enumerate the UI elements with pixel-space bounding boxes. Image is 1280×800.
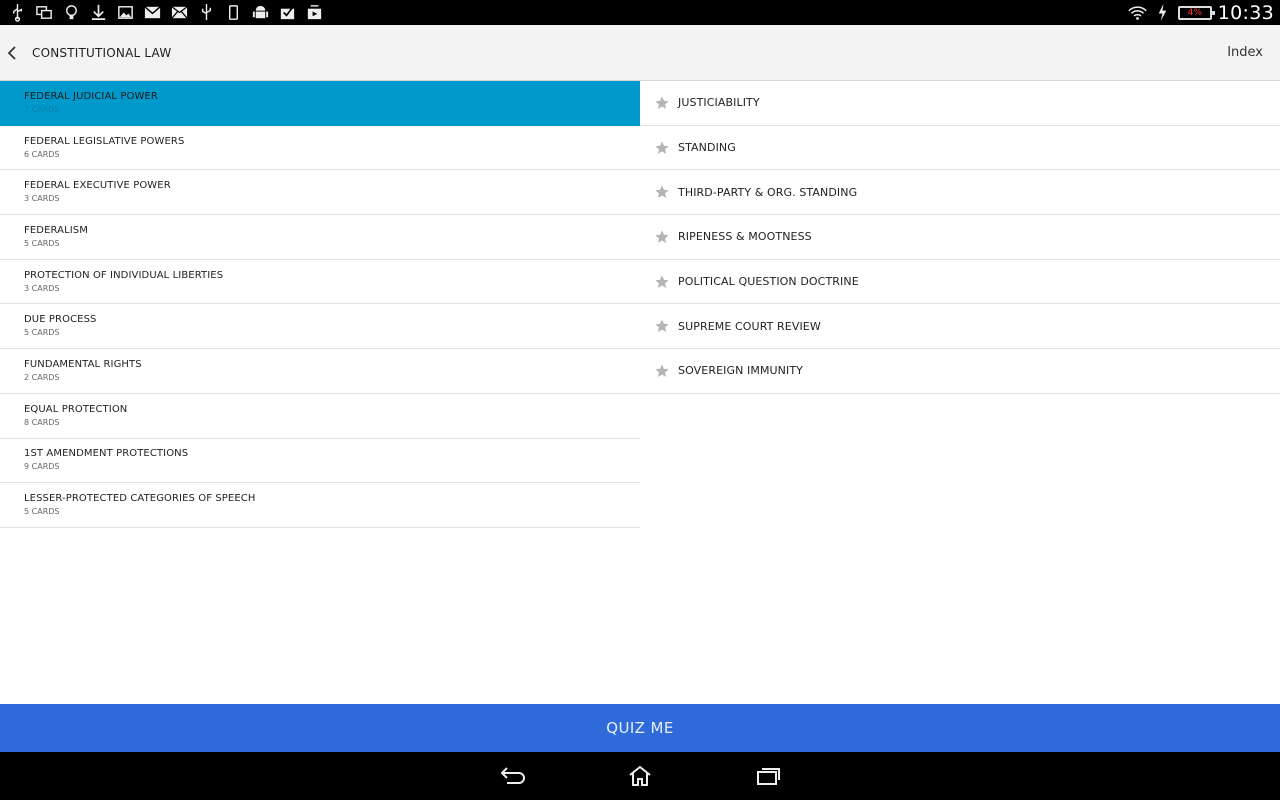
- battery-level: 4%: [1187, 7, 1202, 18]
- status-right: 4% 10:33: [1128, 0, 1274, 25]
- topic-label: POLITICAL QUESTION DOCTRINE: [678, 275, 859, 289]
- chapter-item[interactable]: LESSER-PROTECTED CATEGORIES OF SPEECH 5 C…: [0, 483, 640, 528]
- recent-apps-icon: [757, 768, 780, 785]
- star-icon[interactable]: [654, 95, 670, 111]
- tablet-icon: [224, 3, 243, 22]
- topic-label: STANDING: [678, 141, 736, 155]
- chapter-title: FUNDAMENTAL RIGHTS: [24, 358, 142, 370]
- chapter-list: FEDERAL JUDICIAL POWER 7 CARDS FEDERAL LEG…: [0, 81, 640, 528]
- chapter-title: FEDERAL EXECUTIVE POWER: [24, 180, 171, 192]
- battery-icon: 4%: [1177, 5, 1215, 20]
- charging-icon: [1153, 3, 1172, 22]
- chapter-card-count: 3 CARDS: [24, 194, 60, 204]
- chapter-card-count: 6 CARDS: [24, 149, 60, 159]
- back-icon: [500, 767, 525, 784]
- gmail-icon: [143, 3, 162, 22]
- topic-label: JUSTICIABILITY: [678, 96, 760, 110]
- star-icon[interactable]: [654, 184, 670, 200]
- chapter-item[interactable]: PROTECTION OF INDIVIDUAL LIBERTIES 3 CARD…: [0, 260, 640, 305]
- topic-label: THIRD-PARTY & ORG. STANDING: [678, 185, 858, 199]
- star-icon[interactable]: [654, 318, 670, 334]
- topic-item[interactable]: SOVEREIGN IMMUNITY: [640, 349, 1280, 394]
- topic-item[interactable]: SUPREME COURT REVIEW: [640, 304, 1280, 350]
- chapter-card-count: 7 CARDS: [24, 104, 60, 114]
- chapter-card-count: 5 CARDS: [24, 328, 60, 338]
- navigation-bar: [0, 752, 1280, 800]
- chapter-title: FEDERAL JUDICIAL POWER: [24, 90, 158, 102]
- topic-label: SOVEREIGN IMMUNITY: [678, 364, 803, 378]
- wifi-icon: [1128, 3, 1147, 22]
- chapter-item[interactable]: FEDERAL JUDICIAL POWER 7 CARDS: [0, 81, 640, 126]
- chapter-title: FEDERALISM: [24, 224, 88, 236]
- chapter-title: LESSER-PROTECTED CATEGORIES OF SPEECH: [24, 493, 256, 505]
- chapter-item[interactable]: FUNDAMENTAL RIGHTS 2 CARDS: [0, 349, 640, 394]
- star-icon[interactable]: [654, 140, 670, 156]
- index-button[interactable]: Index: [1227, 25, 1263, 81]
- quiz-me-label: QUIZ ME: [606, 719, 674, 737]
- chapter-item[interactable]: FEDERALISM 5 CARDS: [0, 215, 640, 260]
- chapter-item[interactable]: DUE PROCESS 5 CARDS: [0, 304, 640, 350]
- quiz-me-button[interactable]: QUIZ ME: [0, 704, 1280, 752]
- chapter-title: EQUAL PROTECTION: [24, 403, 128, 415]
- star-icon[interactable]: [654, 363, 670, 379]
- home-button[interactable]: [626, 764, 654, 788]
- topic-label: RIPENESS & MOOTNESS: [678, 230, 812, 244]
- media-download-icon: [305, 3, 324, 22]
- clipboard-check-icon: [278, 3, 297, 22]
- topic-item[interactable]: RIPENESS & MOOTNESS: [640, 215, 1280, 260]
- chapter-card-count: 2 CARDS: [24, 372, 60, 382]
- chapter-title: DUE PROCESS: [24, 314, 97, 326]
- chapter-title: 1ST AMENDMENT PROTECTIONS: [24, 448, 189, 460]
- topic-item[interactable]: STANDING: [640, 126, 1280, 171]
- topic-label: SUPREME COURT REVIEW: [678, 319, 821, 333]
- chapter-title: FEDERAL LEGISLATIVE POWERS: [24, 135, 185, 147]
- email-icon: [170, 3, 189, 22]
- topic-list: JUSTICIABILITY STANDING THIRD-PARTY & ORG.…: [640, 81, 1280, 394]
- chevron-left-icon: [7, 46, 16, 60]
- image-icon: [116, 3, 135, 22]
- lightbulb-icon: [62, 3, 81, 22]
- android-icon: [251, 3, 270, 22]
- chapter-card-count: 3 CARDS: [24, 283, 60, 293]
- chapter-card-count: 9 CARDS: [24, 462, 60, 472]
- chapter-item[interactable]: 1ST AMENDMENT PROTECTIONS 9 CARDS: [0, 439, 640, 484]
- usb-debug-icon: [197, 3, 216, 22]
- screen-mirror-icon: [35, 3, 54, 22]
- chapter-item[interactable]: FEDERAL LEGISLATIVE POWERS 6 CARDS: [0, 126, 640, 171]
- chapter-card-count: 8 CARDS: [24, 417, 60, 427]
- notification-icons: [8, 2, 324, 23]
- chapter-item[interactable]: FEDERAL EXECUTIVE POWER 3 CARDS: [0, 170, 640, 216]
- chapter-item[interactable]: EQUAL PROTECTION 8 CARDS: [0, 394, 640, 439]
- status-bar: 4% 10:33: [0, 0, 1280, 25]
- home-icon: [629, 765, 651, 786]
- topic-item[interactable]: THIRD-PARTY & ORG. STANDING: [640, 170, 1280, 216]
- usb-icon: [8, 3, 27, 22]
- page-title: CONSTITUTIONAL LAW: [32, 46, 172, 60]
- back-button[interactable]: [498, 764, 526, 788]
- recent-apps-button[interactable]: [754, 764, 782, 788]
- up-button[interactable]: [0, 25, 24, 81]
- clock: 10:33: [1217, 1, 1274, 24]
- star-icon[interactable]: [654, 274, 670, 290]
- topic-item[interactable]: POLITICAL QUESTION DOCTRINE: [640, 260, 1280, 305]
- chapter-card-count: 5 CARDS: [24, 238, 60, 248]
- chapter-card-count: 5 CARDS: [24, 507, 60, 517]
- topic-item[interactable]: JUSTICIABILITY: [640, 81, 1280, 126]
- action-bar: CONSTITUTIONAL LAW Index: [0, 25, 1280, 81]
- download-icon: [89, 3, 108, 22]
- star-icon[interactable]: [654, 229, 670, 245]
- chapter-title: PROTECTION OF INDIVIDUAL LIBERTIES: [24, 269, 224, 281]
